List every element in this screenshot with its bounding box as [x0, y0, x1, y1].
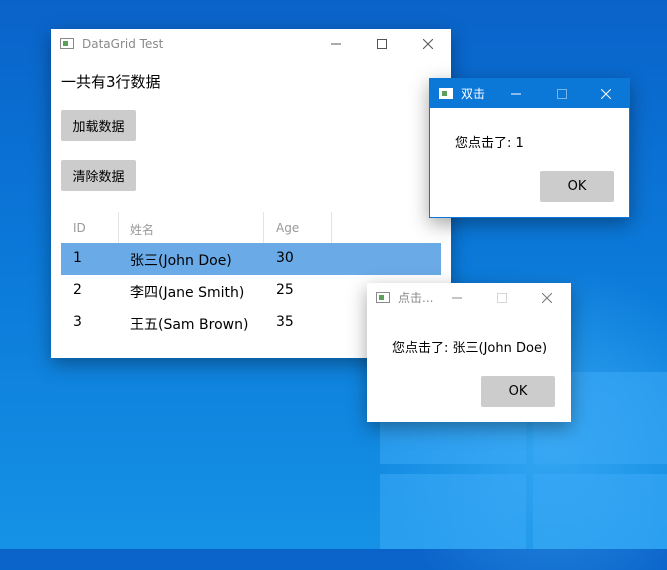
maximize-button: [539, 79, 585, 108]
cell-age[interactable]: 30: [276, 250, 294, 266]
column-divider[interactable]: [331, 212, 332, 243]
window-title: DataGrid Test: [82, 36, 164, 51]
table-row[interactable]: 1 张三(John Doe) 30: [61, 243, 441, 275]
minimize-button[interactable]: [434, 283, 480, 312]
maximize-icon: [377, 38, 387, 49]
cell-age[interactable]: 25: [276, 282, 294, 298]
close-icon: [601, 88, 611, 99]
minimize-button[interactable]: [313, 29, 359, 58]
close-icon: [423, 38, 433, 49]
dialog-message: 您点击了: 张三(John Doe): [392, 341, 548, 356]
dialog-title: 双击: [461, 87, 486, 101]
close-button[interactable]: [583, 79, 629, 108]
column-header-name[interactable]: 姓名: [130, 221, 154, 238]
cell-name[interactable]: 王五(Sam Brown): [130, 314, 248, 334]
dialog-message: 您点击了: 1: [455, 136, 524, 151]
maximize-icon: [557, 88, 567, 99]
app-icon: [376, 292, 390, 303]
clear-data-button[interactable]: 清除数据: [61, 160, 136, 191]
load-data-button[interactable]: 加载数据: [61, 110, 136, 141]
cell-id[interactable]: 1: [73, 250, 82, 266]
close-button[interactable]: [405, 29, 451, 58]
maximize-button[interactable]: [359, 29, 405, 58]
column-header-id[interactable]: ID: [73, 221, 86, 235]
desktop-logo-pane: [533, 474, 667, 549]
cell-id[interactable]: 2: [73, 282, 82, 298]
maximize-icon: [497, 292, 507, 303]
cell-click-dialog: 点击... 您点击了: 张三(John Doe) OK: [367, 283, 571, 422]
close-button[interactable]: [524, 283, 570, 312]
app-icon: [60, 38, 74, 49]
minimize-icon: [331, 43, 341, 44]
cell-name[interactable]: 李四(Jane Smith): [130, 282, 244, 302]
cell-id[interactable]: 3: [73, 314, 82, 330]
maximize-button: [479, 283, 525, 312]
cell-name[interactable]: 张三(John Doe): [130, 250, 232, 270]
minimize-icon: [511, 93, 521, 94]
cell-age[interactable]: 35: [276, 314, 294, 330]
desktop-logo-pane: [380, 474, 526, 549]
column-divider[interactable]: [118, 212, 119, 243]
column-divider[interactable]: [263, 212, 264, 243]
minimize-icon: [452, 297, 462, 298]
minimize-button[interactable]: [493, 79, 539, 108]
grid-header: ID 姓名 Age: [61, 212, 441, 243]
ok-button[interactable]: OK: [481, 376, 555, 407]
double-click-dialog: 双击 您点击了: 1 OK: [429, 78, 630, 218]
ok-button[interactable]: OK: [540, 171, 614, 202]
app-icon: [439, 88, 453, 99]
column-header-age[interactable]: Age: [276, 221, 299, 235]
dialog-title: 点击...: [398, 291, 434, 305]
close-icon: [542, 292, 552, 303]
row-count-label: 一共有3行数据: [61, 73, 161, 91]
